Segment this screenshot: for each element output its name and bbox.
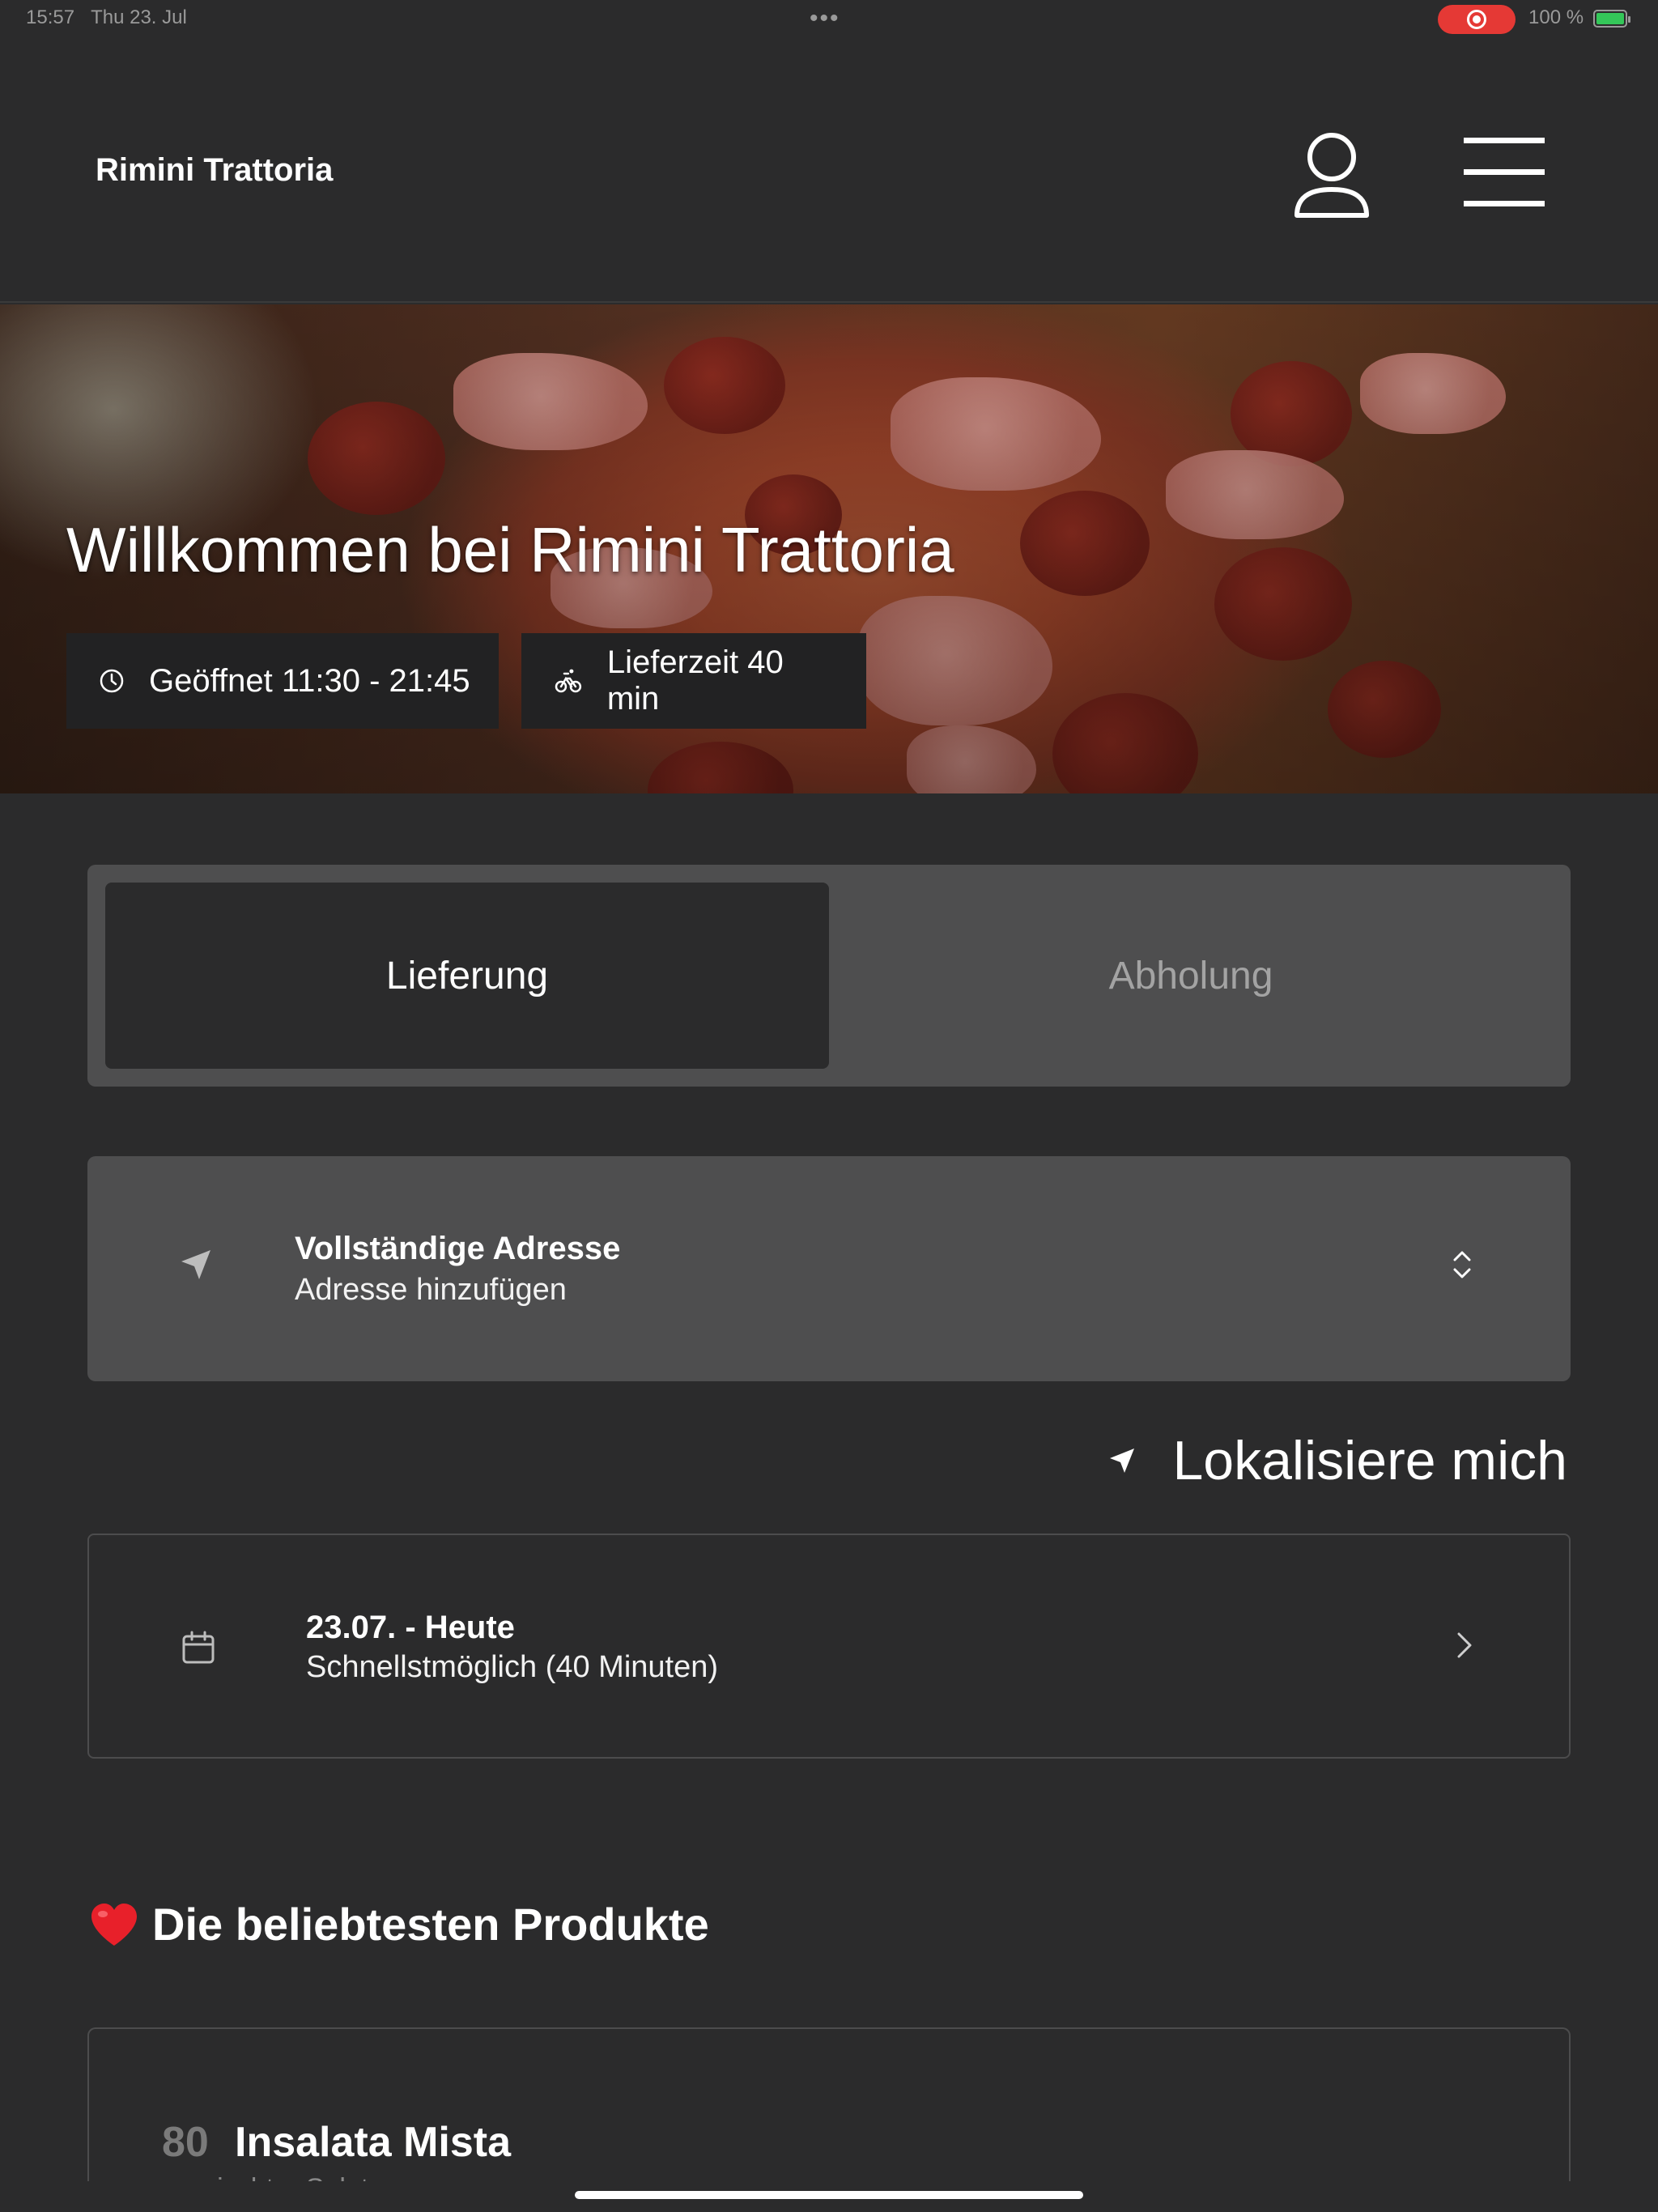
product-name: Insalata Mista — [235, 2119, 512, 2166]
status-time: 15:57 Thu 23. Jul — [26, 6, 187, 28]
address-label: Vollständige Adresse — [295, 1231, 621, 1266]
delivery-time-badge: Lieferzeit 40 min — [521, 633, 866, 729]
screen-recording-icon[interactable] — [1438, 5, 1516, 34]
home-indicator[interactable] — [575, 2191, 1083, 2199]
app-header: Rimini Trattoria — [0, 39, 1658, 303]
address-selector[interactable]: Vollständige Adresse Adresse hinzufügen — [87, 1156, 1571, 1381]
calendar-icon — [182, 1631, 215, 1664]
clock-icon — [100, 669, 124, 693]
location-arrow-icon — [1110, 1448, 1135, 1473]
delivery-time-option: Schnellstmöglich (40 Minuten) — [306, 1650, 719, 1684]
battery-icon — [1593, 10, 1630, 28]
navigation-arrow-icon — [181, 1250, 210, 1279]
hamburger-menu-icon[interactable] — [1464, 136, 1545, 209]
opening-hours-text: Geöffnet 11:30 - 21:45 — [149, 662, 470, 699]
product-number: 80 — [162, 2119, 209, 2166]
status-date: Thu 23. Jul — [91, 6, 187, 28]
battery-percentage: 100 % — [1528, 6, 1584, 28]
popular-products-heading: Die beliebtesten Produkte — [89, 1898, 709, 1950]
tab-pickup[interactable]: Abholung — [829, 883, 1553, 1069]
chevron-up-down-icon — [1453, 1251, 1471, 1278]
delivery-date: 23.07. - Heute — [306, 1610, 515, 1645]
product-description: gemischter Salat — [164, 2173, 368, 2181]
heart-icon — [91, 1903, 137, 1946]
status-bar: 15:57 Thu 23. Jul ••• 100 % — [0, 0, 1658, 39]
hero-banner: Willkommen bei Rimini Trattoria Geöffnet… — [0, 304, 1658, 793]
chevron-right-icon — [1457, 1632, 1472, 1658]
product-card[interactable]: 80 Insalata Mista gemischter Salat — [87, 2027, 1571, 2181]
address-value: Adresse hinzufügen — [295, 1273, 567, 1307]
locate-me-label: Lokalisiere mich — [1172, 1430, 1567, 1491]
order-mode-toggle: Lieferung Abholung — [87, 865, 1571, 1087]
locate-me-button[interactable]: Lokalisiere mich — [1107, 1427, 1567, 1495]
delivery-time-text: Lieferzeit 40 min — [606, 644, 784, 717]
delivery-date-selector[interactable]: 23.07. - Heute Schnellstmöglich (40 Minu… — [87, 1534, 1571, 1759]
opening-hours-badge: Geöffnet 11:30 - 21:45 — [66, 633, 499, 729]
tab-delivery[interactable]: Lieferung — [105, 883, 829, 1069]
restaurant-name[interactable]: Rimini Trattoria — [96, 152, 333, 189]
popular-products-title: Die beliebtesten Produkte — [152, 1899, 709, 1950]
bicycle-icon — [555, 669, 582, 693]
multitasking-dots-icon[interactable]: ••• — [810, 5, 840, 32]
user-icon[interactable] — [1287, 126, 1376, 223]
welcome-title: Willkommen bei Rimini Trattoria — [66, 514, 954, 585]
